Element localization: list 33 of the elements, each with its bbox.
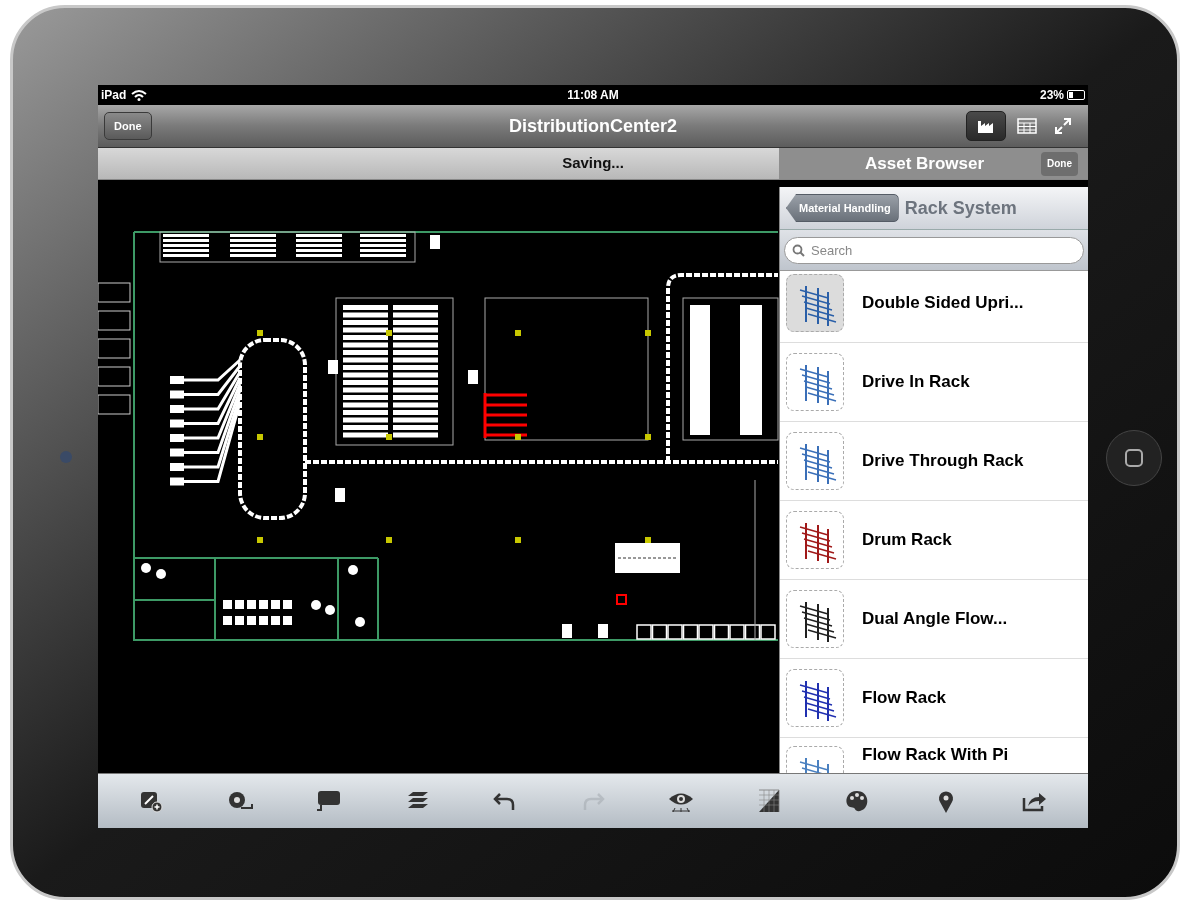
asset-list-item[interactable]: Drive In Rack xyxy=(780,343,1088,422)
saving-status: Saving... xyxy=(562,153,624,174)
search-icon xyxy=(792,243,805,257)
expand-icon xyxy=(1052,115,1074,137)
document-title: DistributionCenter2 xyxy=(509,114,677,138)
asset-list-item[interactable]: Double Sided Upri... xyxy=(780,271,1088,343)
asset-name: Drive Through Rack xyxy=(862,450,1024,473)
done-button[interactable]: Done xyxy=(1041,151,1078,176)
speech-bubble-icon xyxy=(314,788,343,814)
asset-name: Drum Rack xyxy=(862,529,952,552)
done-button[interactable]: Done xyxy=(104,112,152,140)
battery-percent: 23% xyxy=(1039,87,1064,104)
table-icon xyxy=(1016,115,1038,137)
asset-browser-title: Asset Browser xyxy=(865,152,985,175)
device-name: iPad xyxy=(101,87,127,104)
asset-list-item[interactable]: Drum Rack xyxy=(780,501,1088,580)
asset-list-item[interactable]: Dual Angle Flow... xyxy=(780,580,1088,659)
asset-name: Drive In Rack xyxy=(862,371,970,394)
wifi-icon xyxy=(131,89,148,101)
factory-tool-button[interactable] xyxy=(966,111,1006,141)
search-field[interactable]: Search xyxy=(784,236,1084,264)
battery-icon xyxy=(1067,90,1085,100)
back-button[interactable]: Material Handling xyxy=(786,194,899,222)
asset-name: Flow Rack With Pi xyxy=(862,746,1009,764)
asset-name: Dual Angle Flow... xyxy=(862,608,1008,631)
asset-list-item[interactable]: Drive Through Rack xyxy=(780,422,1088,501)
status-time: 11:08 AM xyxy=(567,87,619,104)
asset-name: Double Sided Upri... xyxy=(862,292,1024,315)
asset-name: Flow Rack xyxy=(862,687,947,710)
asset-list-item[interactable]: Flow Rack xyxy=(780,659,1088,738)
camera-icon xyxy=(60,451,72,463)
home-button[interactable] xyxy=(1106,430,1162,486)
panel-heading: Rack System xyxy=(904,196,1017,220)
